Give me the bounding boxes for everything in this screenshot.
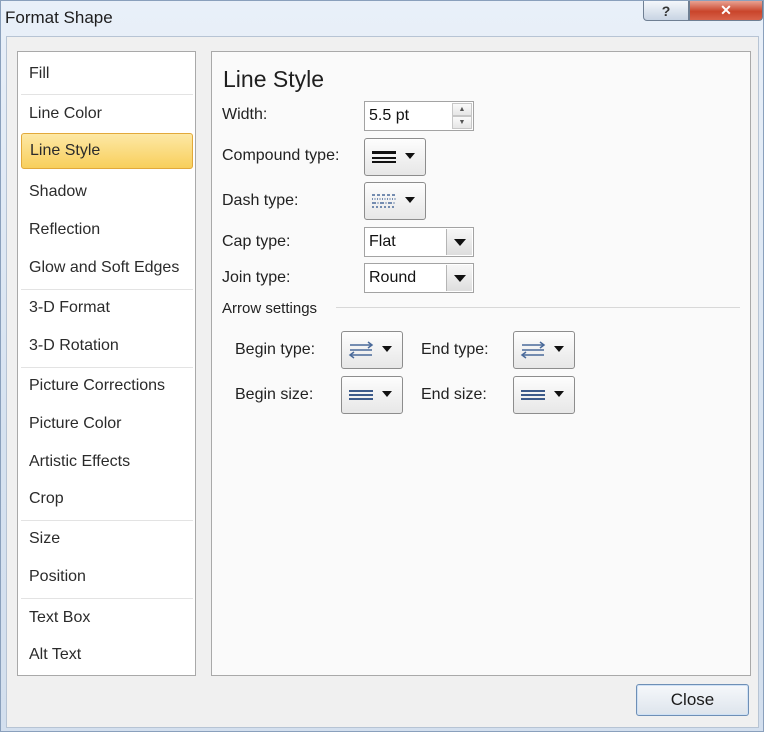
dash-type-dropdown[interactable] [364, 182, 426, 220]
join-type-label: Join type: [222, 269, 291, 286]
category-glow-soft-edges[interactable]: Glow and Soft Edges [21, 250, 193, 286]
cap-type-label: Cap type: [222, 233, 291, 250]
cap-type-select[interactable]: Flat [364, 227, 474, 257]
chevron-down-icon [405, 153, 415, 159]
arrow-size-icon [521, 390, 545, 400]
chevron-down-icon [554, 391, 564, 397]
width-label: Width: [222, 106, 268, 123]
chevron-down-icon [382, 346, 392, 352]
category-fill[interactable]: Fill [21, 56, 193, 92]
window-close-button[interactable]: ✕ [689, 1, 763, 21]
panel-title: Line Style [223, 66, 325, 92]
category-alt-text[interactable]: Alt Text [21, 637, 193, 673]
line-style-panel: Line Style Width: 5.5 pt ▲ ▼ Compound ty… [211, 51, 751, 676]
cap-type-value: Flat [369, 233, 396, 250]
begin-size-label: Begin size: [235, 386, 314, 403]
compound-type-label: Compound type: [222, 147, 340, 164]
join-type-value: Round [369, 269, 417, 286]
category-position[interactable]: Position [21, 559, 193, 595]
arrow-size-icon [349, 390, 373, 400]
title-bar: Format Shape ? ✕ [1, 1, 763, 35]
category-picture-corrections[interactable]: Picture Corrections [21, 368, 193, 404]
category-picture-color[interactable]: Picture Color [21, 406, 193, 442]
spin-down-icon[interactable]: ▼ [452, 116, 472, 129]
category-3d-format[interactable]: 3-D Format [21, 290, 193, 326]
category-shadow[interactable]: Shadow [21, 174, 193, 210]
compound-type-dropdown[interactable] [364, 138, 426, 176]
category-reflection[interactable]: Reflection [21, 212, 193, 248]
category-size[interactable]: Size [21, 521, 193, 557]
arrow-settings-heading: Arrow settings [222, 300, 318, 317]
dialog-title: Format Shape [5, 8, 113, 27]
compound-lines-icon [372, 151, 396, 163]
begin-type-label: Begin type: [235, 341, 316, 358]
category-list: Fill Line Color Line Style Shadow Reflec… [17, 51, 196, 676]
category-line-color[interactable]: Line Color [21, 96, 193, 132]
category-separator [21, 598, 193, 599]
chevron-down-icon[interactable] [446, 229, 472, 255]
dash-lines-icon [372, 194, 396, 208]
category-line-style[interactable]: Line Style [21, 133, 193, 169]
dash-type-label: Dash type: [222, 192, 299, 209]
width-spinner[interactable]: 5.5 pt ▲ ▼ [364, 101, 474, 131]
close-button[interactable]: Close [636, 684, 749, 716]
format-shape-dialog: Format Shape ? ✕ Fill Line Color Line St… [0, 0, 764, 732]
end-size-dropdown[interactable] [513, 376, 575, 414]
chevron-down-icon[interactable] [446, 265, 472, 291]
chevron-down-icon [554, 346, 564, 352]
category-3d-rotation[interactable]: 3-D Rotation [21, 328, 193, 364]
join-type-select[interactable]: Round [364, 263, 474, 293]
category-crop[interactable]: Crop [21, 481, 193, 517]
spin-up-icon[interactable]: ▲ [452, 103, 472, 116]
begin-size-dropdown[interactable] [341, 376, 403, 414]
width-value[interactable]: 5.5 pt [369, 107, 409, 125]
dialog-body: Fill Line Color Line Style Shadow Reflec… [6, 36, 759, 728]
begin-type-dropdown[interactable] [341, 331, 403, 369]
category-separator [21, 94, 193, 95]
end-type-dropdown[interactable] [513, 331, 575, 369]
category-artistic-effects[interactable]: Artistic Effects [21, 444, 193, 480]
arrow-type-icon [348, 341, 374, 359]
category-text-box[interactable]: Text Box [21, 600, 193, 636]
arrow-type-icon [520, 341, 546, 359]
chevron-down-icon [405, 197, 415, 203]
end-size-label: End size: [421, 386, 487, 403]
help-button[interactable]: ? [643, 1, 689, 21]
arrow-settings-divider [336, 307, 740, 308]
end-type-label: End type: [421, 341, 489, 358]
width-spin-buttons: ▲ ▼ [452, 103, 472, 129]
chevron-down-icon [382, 391, 392, 397]
